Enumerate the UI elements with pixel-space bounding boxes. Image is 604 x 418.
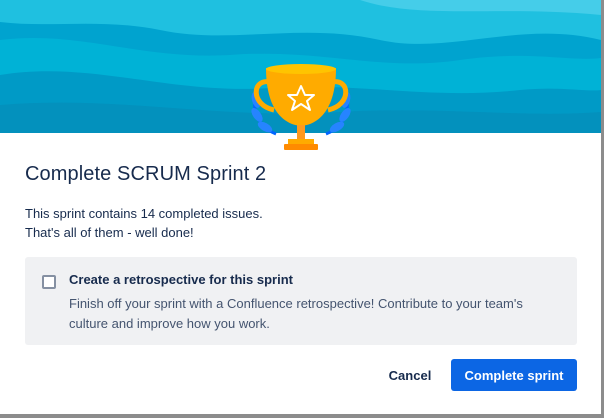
retrospective-label[interactable]: Create a retrospective for this sprint bbox=[69, 272, 293, 287]
well-done-text: That's all of them - well done! bbox=[25, 225, 194, 240]
cancel-button[interactable]: Cancel bbox=[380, 359, 440, 391]
complete-sprint-dialog: Complete SCRUM Sprint 2 This sprint cont… bbox=[0, 0, 601, 414]
retrospective-description-line: Finish off your sprint with a Confluence… bbox=[69, 296, 523, 311]
dialog-title: Complete SCRUM Sprint 2 bbox=[25, 163, 267, 185]
retrospective-panel: Create a retrospective for this sprint F… bbox=[25, 257, 577, 345]
retrospective-description: Finish off your sprint with a Confluence… bbox=[69, 294, 569, 334]
create-retrospective-checkbox[interactable] bbox=[42, 275, 56, 289]
completed-issues-text: This sprint contains 14 completed issues… bbox=[25, 206, 263, 221]
sprint-summary: This sprint contains 14 completed issues… bbox=[25, 204, 263, 242]
trophy-icon bbox=[244, 60, 358, 158]
retrospective-description-line: culture and improve how you work. bbox=[69, 316, 270, 331]
complete-sprint-button[interactable]: Complete sprint bbox=[451, 359, 577, 391]
